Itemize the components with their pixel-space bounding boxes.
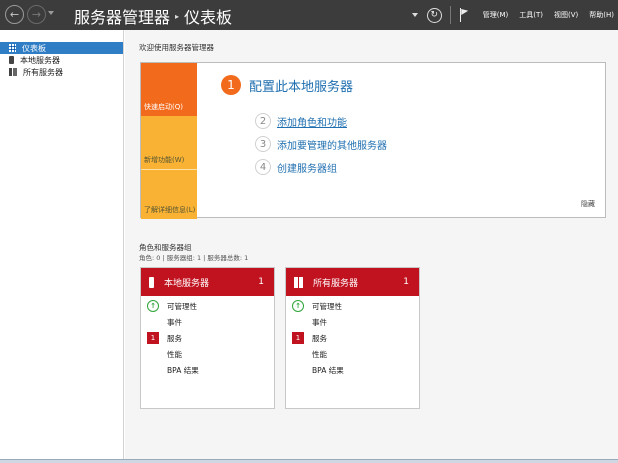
step-link[interactable]: 配置此本地服务器 [249, 76, 353, 95]
card-row-bpa[interactable]: BPA 结果 [286, 362, 419, 378]
row-label: 可管理性 [312, 301, 342, 311]
arrow-right-icon: → [31, 8, 42, 21]
step-configure-local-server[interactable]: 1 配置此本地服务器 [221, 75, 353, 95]
step-add-roles[interactable]: 2 添加角色和功能 [255, 113, 347, 129]
card-row-manageability[interactable]: ↑ 可管理性 [286, 298, 419, 314]
ok-arrow-up-icon: ↑ [147, 300, 159, 312]
title-bar-actions: ↻ 管理(M) 工具(T) 视图(V) 帮助(H) [411, 0, 618, 30]
alert-count-badge: 1 [292, 332, 304, 344]
step-number-badge: 2 [255, 113, 271, 129]
menu-view[interactable]: 视图(V) [554, 10, 578, 20]
forward-button[interactable]: → [27, 5, 46, 24]
breadcrumb-separator-icon: ▸ [175, 11, 180, 21]
card-header[interactable]: 所有服务器 1 [286, 268, 419, 296]
arrow-left-icon: ← [9, 8, 20, 21]
divider [449, 6, 451, 24]
servers-icon [9, 68, 17, 76]
step-link[interactable]: 创建服务器组 [277, 160, 337, 175]
sidebar-item-label: 所有服务器 [23, 67, 63, 77]
page-title: 仪表板 [184, 8, 233, 27]
main-content: 欢迎使用服务器管理器 快速启动(Q) 新增功能(W) 了解详细信息(L) 1 配… [125, 30, 618, 463]
card-row-manageability[interactable]: ↑ 可管理性 [141, 298, 274, 314]
step-number-badge: 4 [255, 159, 271, 175]
caret-down-icon[interactable] [411, 13, 418, 17]
card-title: 本地服务器 [164, 278, 210, 289]
title-bar: ← → 服务器管理器 ▸ 仪表板 ↻ 管理(M) 工具(T) 视图(V) 帮助(… [0, 0, 618, 30]
notifications-flag-icon[interactable] [459, 8, 469, 22]
sidebar-item-label: 本地服务器 [20, 55, 60, 65]
tab-learn-more[interactable]: 了解详细信息(L) [141, 169, 197, 219]
server-icon [9, 56, 14, 64]
sidebar-item-label: 仪表板 [22, 43, 46, 53]
sidebar: 仪表板 本地服务器 所有服务器 [0, 30, 124, 463]
card-count: 1 [403, 277, 409, 287]
ok-arrow-up-icon: ↑ [292, 300, 304, 312]
row-label: BPA 结果 [312, 365, 344, 375]
card-row-services[interactable]: 1 服务 [141, 330, 274, 346]
back-button[interactable]: ← [5, 5, 24, 24]
window-title: 服务器管理器 ▸ 仪表板 [74, 4, 232, 28]
menu-help[interactable]: 帮助(H) [589, 10, 614, 20]
menu-manage[interactable]: 管理(M) [483, 10, 509, 20]
server-icon [149, 276, 154, 288]
row-label: 服务 [167, 333, 182, 343]
card-row-performance[interactable]: 性能 [286, 346, 419, 362]
servers-icon [294, 276, 303, 288]
card-row-bpa[interactable]: BPA 结果 [141, 362, 274, 378]
row-label: BPA 结果 [167, 365, 199, 375]
tab-quick-start[interactable]: 快速启动(Q) [141, 63, 197, 116]
refresh-button[interactable]: ↻ [426, 7, 442, 23]
alert-count-badge: 1 [147, 332, 159, 344]
sidebar-item-local-server[interactable]: 本地服务器 [0, 54, 123, 66]
row-label: 性能 [312, 349, 327, 359]
step-link[interactable]: 添加角色和功能 [277, 114, 347, 129]
tab-whats-new[interactable]: 新增功能(W) [141, 116, 197, 169]
card-row-services[interactable]: 1 服务 [286, 330, 419, 346]
step-create-group[interactable]: 4 创建服务器组 [255, 159, 337, 175]
row-label: 事件 [312, 317, 327, 327]
sidebar-item-all-servers[interactable]: 所有服务器 [0, 66, 123, 78]
menu-tools[interactable]: 工具(T) [519, 10, 543, 20]
card-header[interactable]: 本地服务器 1 [141, 268, 274, 296]
row-label: 服务 [312, 333, 327, 343]
dashboard-grid-icon [9, 44, 16, 52]
row-label: 性能 [167, 349, 182, 359]
step-number-badge: 1 [221, 75, 241, 95]
refresh-icon: ↻ [430, 10, 438, 20]
row-label: 事件 [167, 317, 182, 327]
taskbar [0, 459, 618, 463]
roles-summary: 角色: 0 | 服务器组: 1 | 服务器总数: 1 [139, 254, 249, 262]
card-row-events[interactable]: 事件 [141, 314, 274, 330]
hide-link[interactable]: 隐藏 [581, 199, 595, 209]
app-title: 服务器管理器 [74, 8, 171, 27]
step-link[interactable]: 添加要管理的其他服务器 [277, 137, 387, 152]
sidebar-item-dashboard[interactable]: 仪表板 [0, 42, 123, 54]
step-number-badge: 3 [255, 136, 271, 152]
quick-start-panel: 快速启动(Q) 新增功能(W) 了解详细信息(L) 1 配置此本地服务器 2 添… [140, 62, 606, 219]
server-group-card[interactable]: 本地服务器 1 ↑ 可管理性 事件 1 服务 性能 BPA 结果 [140, 267, 275, 409]
card-count: 1 [258, 277, 264, 287]
card-row-events[interactable]: 事件 [286, 314, 419, 330]
history-dropdown-icon[interactable] [48, 11, 54, 15]
card-title: 所有服务器 [313, 278, 359, 289]
step-add-servers[interactable]: 3 添加要管理的其他服务器 [255, 136, 387, 152]
server-group-card[interactable]: 所有服务器 1 ↑ 可管理性 事件 1 服务 性能 BPA 结果 [285, 267, 420, 409]
card-row-performance[interactable]: 性能 [141, 346, 274, 362]
row-label: 可管理性 [167, 301, 197, 311]
welcome-heading: 欢迎使用服务器管理器 [139, 43, 214, 52]
